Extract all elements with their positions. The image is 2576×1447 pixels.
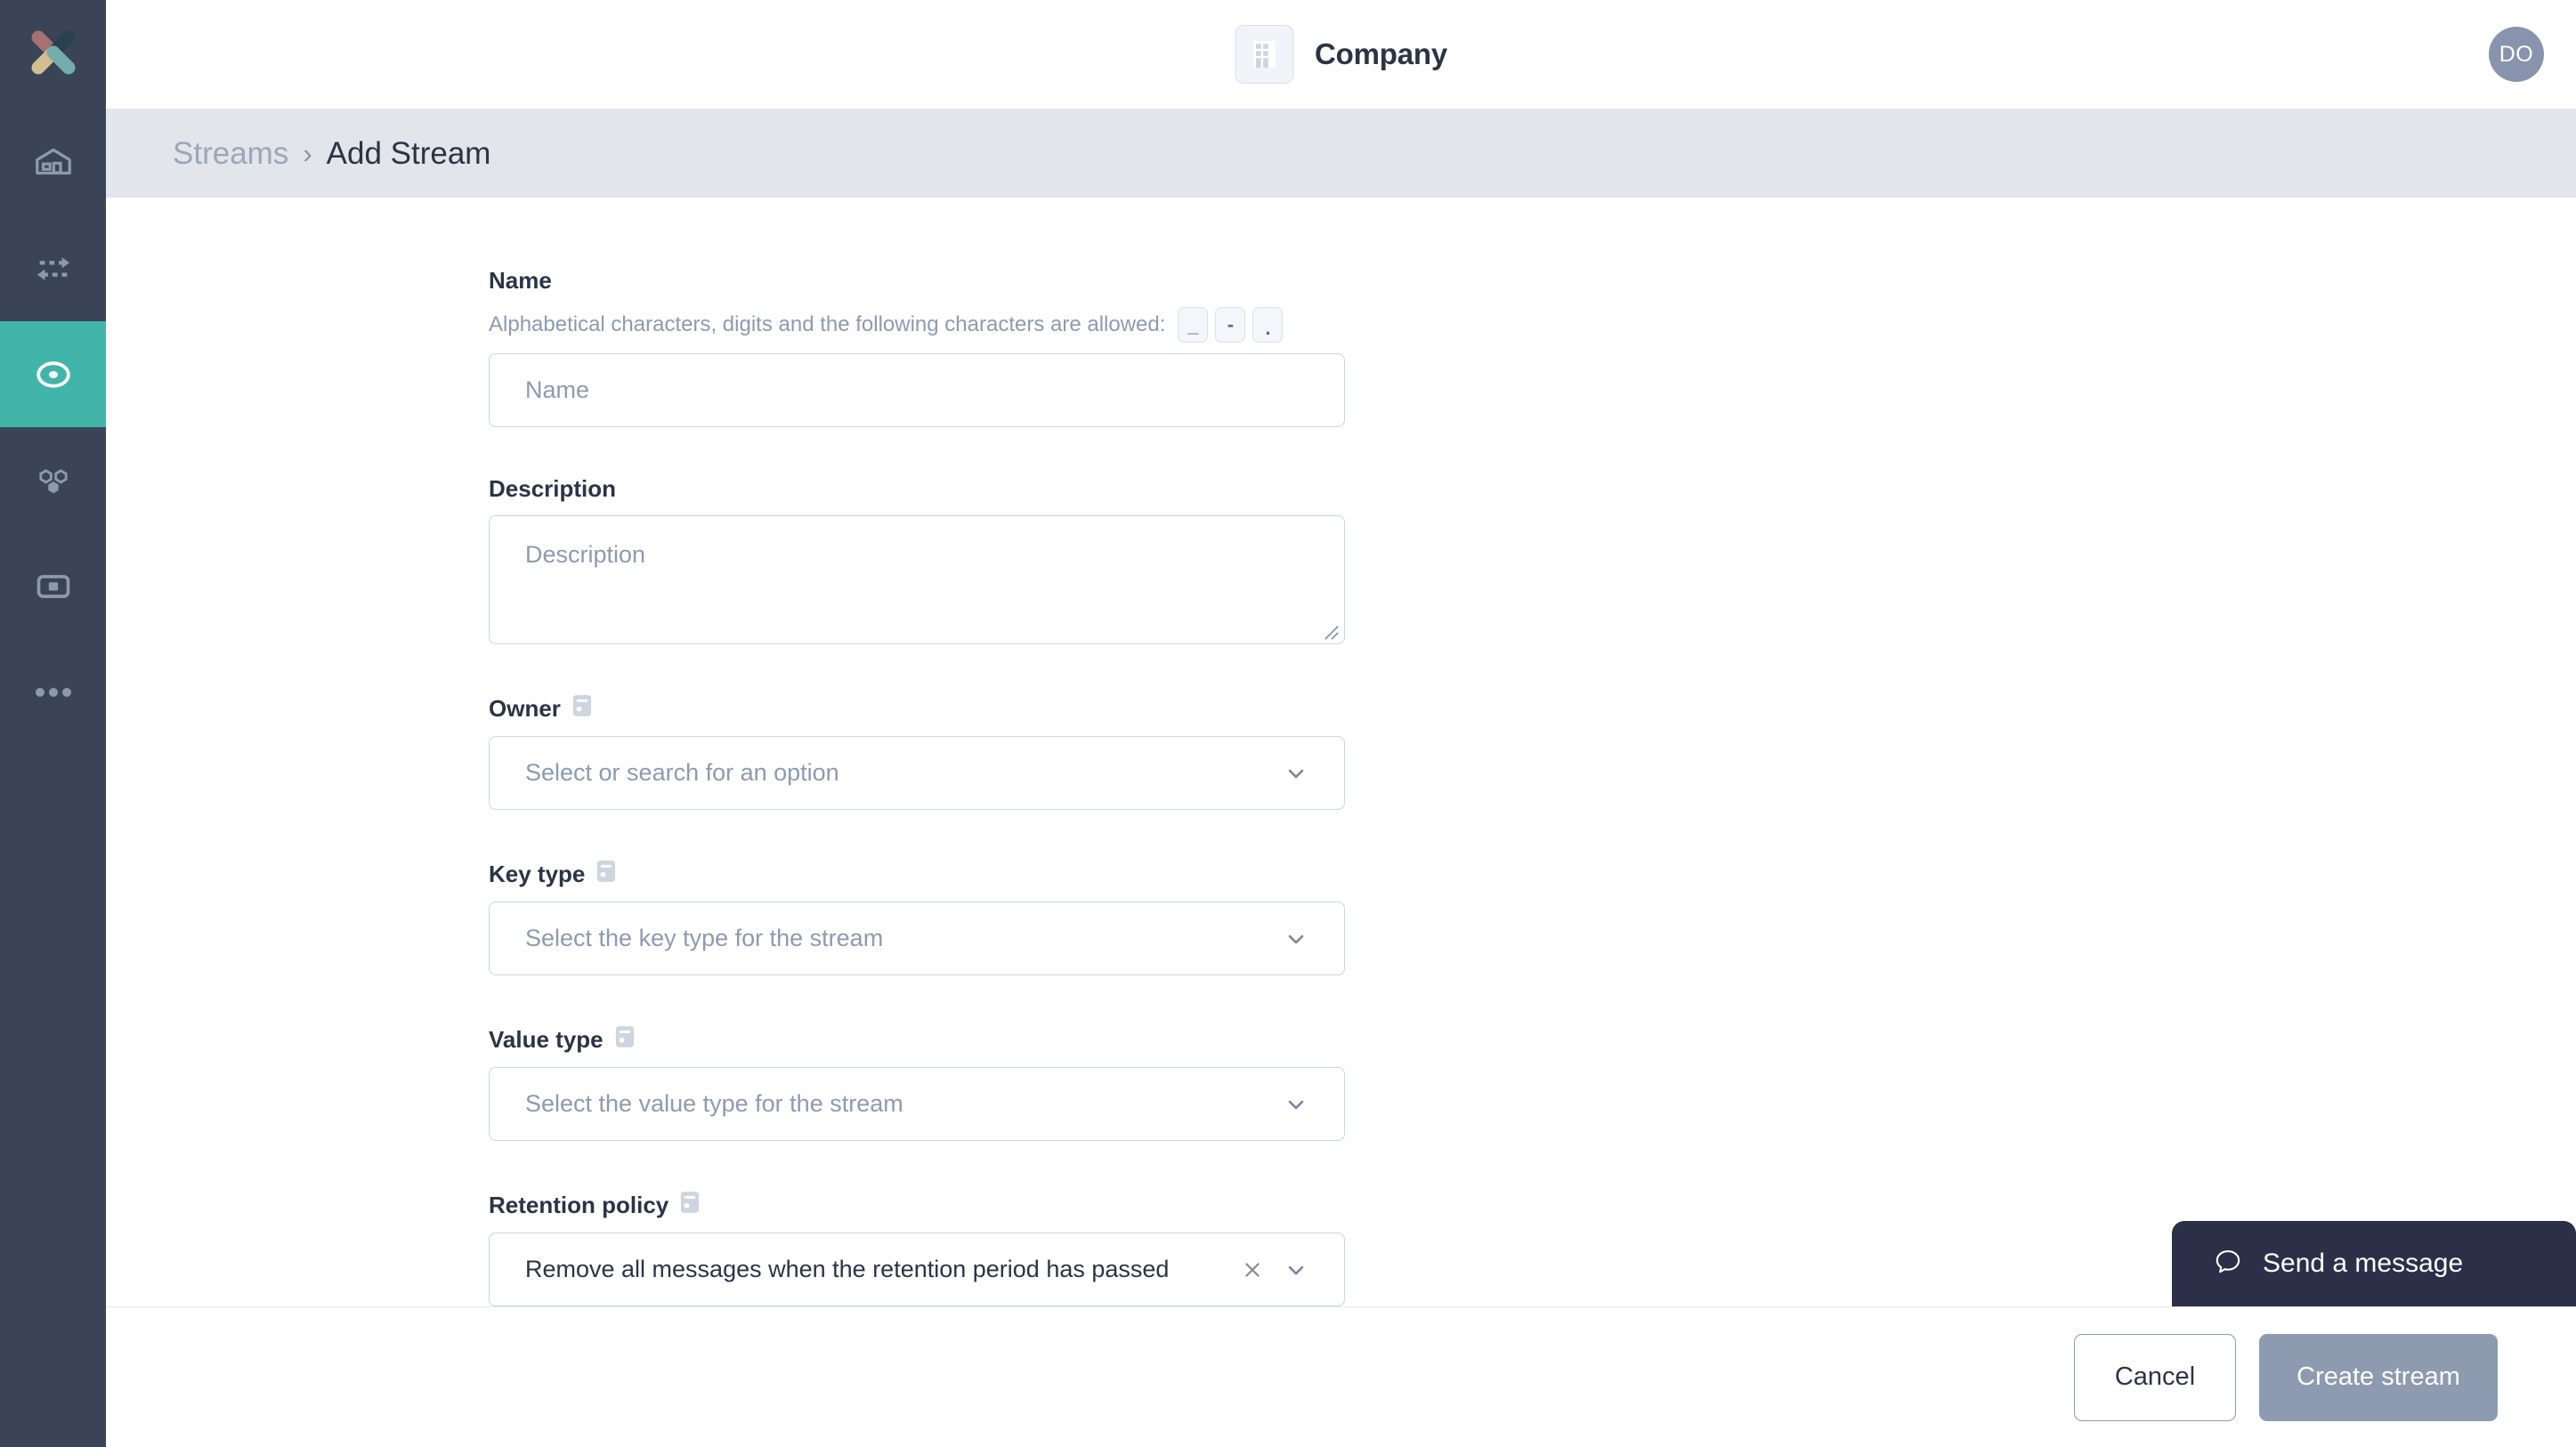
company-name: Company <box>1315 37 1447 70</box>
allowed-char-hyphen: - <box>1215 307 1246 343</box>
retention-policy-label: Retention policy <box>489 1191 2576 1220</box>
sidebar-item-transfer[interactable] <box>0 215 106 321</box>
value-type-label: Value type <box>489 1025 2576 1055</box>
field-key-type: Key type Select the key type for the str… <box>489 860 2576 975</box>
ellipsis-icon <box>33 683 74 701</box>
field-owner: Owner Select or search for an option <box>489 694 2576 810</box>
owner-select[interactable]: Select or search for an option <box>489 736 1345 810</box>
chat-widget-launcher[interactable]: Send a message <box>2172 1221 2576 1306</box>
app-root: Company DO Streams › Add Stream Name Alp… <box>0 0 2576 1447</box>
target-circle-dot-icon <box>32 353 75 396</box>
sidebar-item-streams[interactable] <box>0 321 106 427</box>
chevron-down-icon[interactable] <box>1284 1092 1308 1117</box>
description-textarea[interactable]: Description <box>489 515 1345 644</box>
sidebar-item-applications[interactable] <box>0 533 106 639</box>
key-type-label-text: Key type <box>489 861 586 887</box>
form-footer: Cancel Create stream <box>106 1306 2576 1447</box>
field-description: Description Description <box>489 475 2576 644</box>
form-scroll-area: Name Alphabetical characters, digits and… <box>106 198 2576 1306</box>
field-name: Name Alphabetical characters, digits and… <box>489 267 2576 427</box>
resize-grip-icon[interactable] <box>1324 625 1340 641</box>
x-logo-icon <box>25 24 82 85</box>
cancel-button[interactable]: Cancel <box>2074 1333 2236 1421</box>
owner-label-text: Owner <box>489 695 561 722</box>
chevron-down-icon[interactable] <box>1284 926 1308 951</box>
retention-policy-label-text: Retention policy <box>489 1192 669 1218</box>
name-label: Name <box>489 267 552 294</box>
home-icon <box>33 142 74 183</box>
chat-bubble-icon <box>2213 1247 2243 1281</box>
value-type-label-text: Value type <box>489 1026 603 1053</box>
chevron-down-icon[interactable] <box>1284 761 1308 786</box>
chevron-down-icon[interactable] <box>1284 1257 1308 1282</box>
company-switcher[interactable]: Company <box>1235 25 1447 84</box>
hexagon-nodes-icon <box>33 460 74 501</box>
breadcrumb: Streams › Add Stream <box>106 109 2576 198</box>
value-type-value: Select the value type for the stream <box>525 1090 903 1117</box>
retention-policy-select[interactable]: Remove all messages when the retention p… <box>489 1233 1345 1306</box>
value-type-select[interactable]: Select the value type for the stream <box>489 1067 1345 1141</box>
retention-policy-value: Remove all messages when the retention p… <box>525 1256 1170 1282</box>
create-stream-button[interactable]: Create stream <box>2259 1333 2498 1421</box>
info-note-icon[interactable] <box>680 1191 700 1220</box>
key-type-value: Select the key type for the stream <box>525 925 884 951</box>
avatar[interactable]: DO <box>2489 27 2544 82</box>
name-hint-text: Alphabetical characters, digits and the … <box>489 312 1166 336</box>
key-type-select[interactable]: Select the key type for the stream <box>489 901 1345 975</box>
description-label: Description <box>489 475 617 502</box>
sidebar-item-home[interactable] <box>0 109 106 215</box>
bidirectional-arrows-icon <box>33 248 74 289</box>
close-x-icon[interactable] <box>1241 1258 1264 1281</box>
owner-value: Select or search for an option <box>525 759 839 786</box>
key-type-label: Key type <box>489 860 2576 889</box>
description-placeholder: Description <box>525 541 646 568</box>
breadcrumb-parent-streams[interactable]: Streams <box>173 136 288 172</box>
sidebar-item-connectors[interactable] <box>0 427 106 533</box>
page-title: Add Stream <box>326 135 491 171</box>
top-bar: Company DO <box>106 0 2576 109</box>
field-value-type: Value type Select the value type for the… <box>489 1025 2576 1141</box>
name-hint-row: Alphabetical characters, digits and the … <box>489 307 2576 343</box>
sidebar-item-more[interactable] <box>0 639 106 745</box>
add-stream-form: Name Alphabetical characters, digits and… <box>106 198 2576 1306</box>
main-column: Company DO Streams › Add Stream Name Alp… <box>106 0 2576 1447</box>
allowed-characters-chips: _ - . <box>1178 307 1284 343</box>
chat-widget-label: Send a message <box>2263 1249 2464 1278</box>
allowed-char-period: . <box>1252 307 1284 343</box>
sidebar <box>0 0 106 1447</box>
info-note-icon[interactable] <box>615 1025 635 1055</box>
info-note-icon[interactable] <box>572 694 592 724</box>
app-logo[interactable] <box>0 0 106 109</box>
allowed-char-underscore: _ <box>1178 307 1209 343</box>
info-note-icon[interactable] <box>596 860 616 889</box>
building-icon <box>1235 25 1294 84</box>
name-input[interactable]: Name <box>489 353 1345 427</box>
breadcrumb-separator: › <box>303 137 312 169</box>
rounded-square-icon <box>33 566 74 607</box>
owner-label: Owner <box>489 694 2576 724</box>
